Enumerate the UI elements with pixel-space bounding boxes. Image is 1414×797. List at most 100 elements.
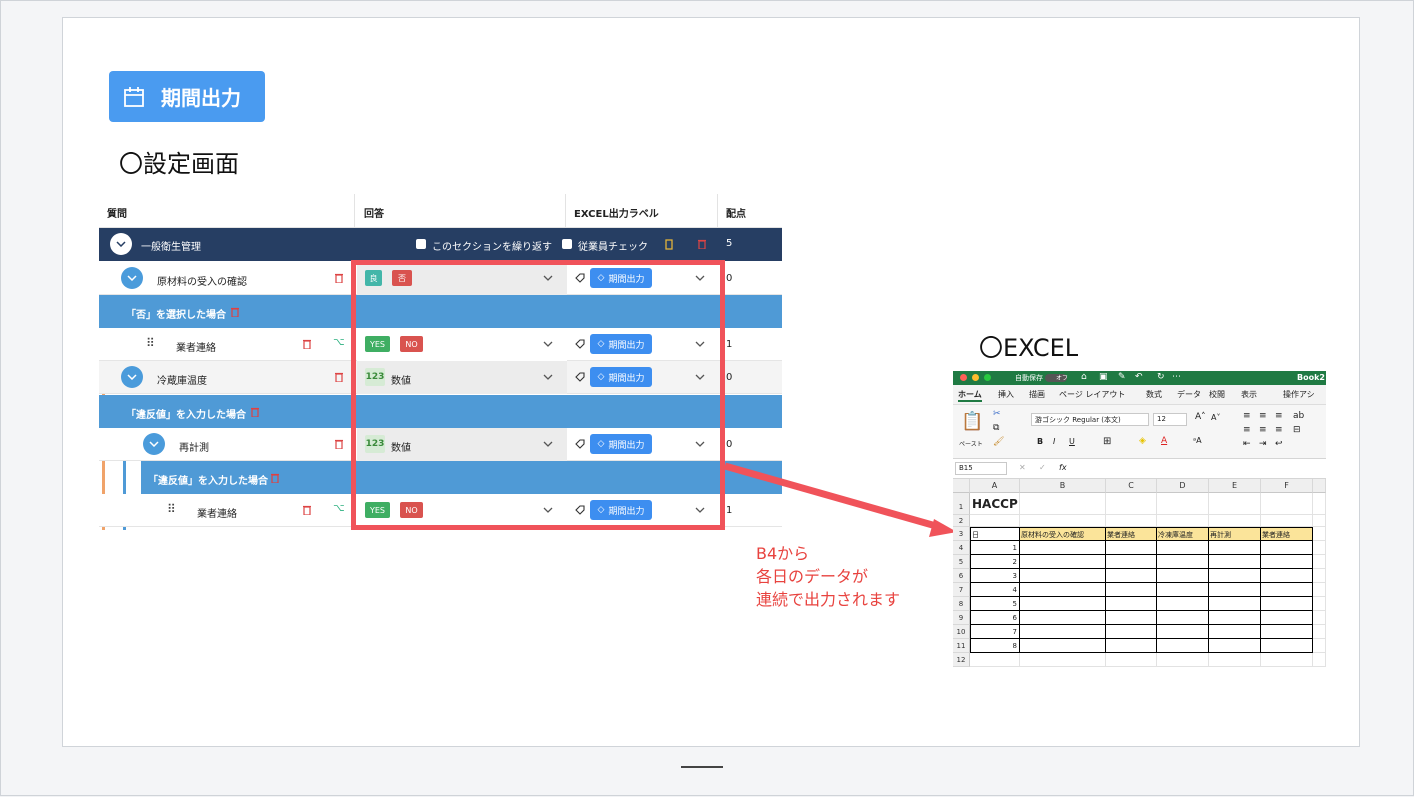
sheet-cell[interactable] xyxy=(1106,493,1157,515)
tab-home[interactable]: ホーム xyxy=(958,389,982,402)
sheet-cell[interactable] xyxy=(1261,555,1313,569)
sheet-title[interactable]: HACCP xyxy=(970,493,1020,515)
sheet-cell[interactable] xyxy=(1261,611,1313,625)
sheet-cell[interactable] xyxy=(1313,611,1326,625)
sheet-cell[interactable] xyxy=(1157,515,1209,527)
sheet-cell[interactable] xyxy=(1261,515,1313,527)
row-header[interactable]: 5 xyxy=(953,555,970,569)
confirm-icon[interactable]: ✓ xyxy=(1039,463,1046,472)
sheet-cell[interactable] xyxy=(1106,625,1157,639)
day-cell[interactable]: 4 xyxy=(970,583,1020,597)
sheet-cell[interactable] xyxy=(1020,597,1106,611)
sheet-cell[interactable] xyxy=(1106,555,1157,569)
sheet-cell[interactable] xyxy=(1157,639,1209,653)
sheet-cell[interactable] xyxy=(1020,493,1106,515)
resize-handle[interactable] xyxy=(681,766,723,768)
align-top-icon[interactable]: ≡ xyxy=(1243,411,1251,421)
day-cell[interactable]: 7 xyxy=(970,625,1020,639)
sheet-cell[interactable] xyxy=(1106,569,1157,583)
column-header[interactable] xyxy=(1313,479,1326,493)
close-button[interactable] xyxy=(960,374,967,381)
sheet-cell[interactable] xyxy=(1106,583,1157,597)
orientation-icon[interactable]: ab xyxy=(1293,411,1304,421)
sheet-cell[interactable] xyxy=(1020,639,1106,653)
sheet-cell[interactable] xyxy=(1313,625,1326,639)
sheet-cell[interactable] xyxy=(1157,653,1209,667)
sheet-cell[interactable] xyxy=(1313,541,1326,555)
sheet-cell[interactable] xyxy=(1313,527,1326,541)
sheet-cell[interactable] xyxy=(1209,541,1261,555)
row-header[interactable]: 7 xyxy=(953,583,970,597)
format-painter-icon[interactable]: 🖌 xyxy=(993,437,1004,447)
sheet-cell[interactable] xyxy=(1209,611,1261,625)
sheet-cell[interactable] xyxy=(1106,597,1157,611)
cut-icon[interactable]: ✂ xyxy=(993,409,1001,419)
sheet-cell[interactable] xyxy=(1209,653,1261,667)
header-cell[interactable]: 日 xyxy=(970,527,1020,541)
sheet-cell[interactable] xyxy=(1261,569,1313,583)
sheet-cell[interactable] xyxy=(1209,597,1261,611)
sheet-cell[interactable] xyxy=(970,653,1020,667)
sheet-cell[interactable] xyxy=(1157,625,1209,639)
tab-draw[interactable]: 描画 xyxy=(1029,389,1045,400)
grow-font-icon[interactable]: A˄ xyxy=(1195,412,1206,422)
edit-icon[interactable]: ✎ xyxy=(1118,372,1126,382)
sheet-cell[interactable] xyxy=(1313,583,1326,597)
row-header[interactable]: 4 xyxy=(953,541,970,555)
row-header[interactable]: 8 xyxy=(953,597,970,611)
sheet-cell[interactable] xyxy=(1209,569,1261,583)
sheet-cell[interactable] xyxy=(1157,597,1209,611)
sheet-cell[interactable] xyxy=(1313,569,1326,583)
redo-icon[interactable]: ↻ xyxy=(1157,372,1165,382)
sheet-cell[interactable] xyxy=(1261,583,1313,597)
sheet-cell[interactable] xyxy=(1020,541,1106,555)
sheet-cell[interactable] xyxy=(1261,541,1313,555)
sheet-cell[interactable] xyxy=(1020,555,1106,569)
increase-indent-icon[interactable]: ⇥ xyxy=(1259,439,1267,449)
header-cell[interactable]: 業者連絡 xyxy=(1106,527,1157,541)
column-header[interactable]: A xyxy=(970,479,1020,493)
header-cell[interactable]: 業者連絡 xyxy=(1261,527,1313,541)
maximize-button[interactable] xyxy=(984,374,991,381)
cancel-icon[interactable]: ✕ xyxy=(1019,463,1026,472)
tab-view[interactable]: 表示 xyxy=(1241,389,1257,400)
day-cell[interactable]: 8 xyxy=(970,639,1020,653)
sheet-cell[interactable] xyxy=(1261,653,1313,667)
align-left-icon[interactable]: ≡ xyxy=(1243,425,1251,435)
sheet-cell[interactable] xyxy=(1209,639,1261,653)
sheet-cell[interactable] xyxy=(1209,515,1261,527)
save-icon[interactable]: ▣ xyxy=(1099,372,1108,382)
shrink-font-icon[interactable]: A˅ xyxy=(1211,413,1220,422)
undo-icon[interactable]: ↶ xyxy=(1135,372,1143,382)
align-right-icon[interactable]: ≡ xyxy=(1275,425,1283,435)
sheet-cell[interactable] xyxy=(1020,515,1106,527)
function-icon[interactable]: fx xyxy=(1059,463,1067,472)
align-middle-icon[interactable]: ≡ xyxy=(1259,411,1267,421)
row-header[interactable]: 1 xyxy=(953,493,970,515)
sheet-cell[interactable] xyxy=(1020,583,1106,597)
align-bottom-icon[interactable]: ≡ xyxy=(1275,411,1283,421)
day-cell[interactable]: 6 xyxy=(970,611,1020,625)
row-header[interactable]: 3 xyxy=(953,527,970,541)
borders-icon[interactable]: ⊞ xyxy=(1103,436,1111,447)
paste-icon[interactable]: 📋 xyxy=(961,411,983,432)
sheet-cell[interactable] xyxy=(1020,653,1106,667)
row-header[interactable]: 6 xyxy=(953,569,970,583)
column-header[interactable]: B xyxy=(1020,479,1106,493)
font-color-icon[interactable]: A xyxy=(1161,436,1167,446)
day-cell[interactable]: 3 xyxy=(970,569,1020,583)
sheet-cell[interactable] xyxy=(1261,625,1313,639)
column-header[interactable]: E xyxy=(1209,479,1261,493)
italic-icon[interactable]: I xyxy=(1053,437,1055,446)
sheet-cell[interactable] xyxy=(1106,653,1157,667)
tab-tell-me[interactable]: 操作アシ xyxy=(1283,389,1315,400)
sheet-cell[interactable] xyxy=(1157,611,1209,625)
sheet-cell[interactable] xyxy=(1313,639,1326,653)
name-box[interactable]: B15 xyxy=(955,462,1007,475)
tab-page-layout[interactable]: ページ レイアウト xyxy=(1059,389,1125,400)
day-cell[interactable]: 2 xyxy=(970,555,1020,569)
merge-icon[interactable]: ⊟ xyxy=(1293,425,1301,435)
copy-icon[interactable]: ⧉ xyxy=(993,423,999,433)
header-cell[interactable]: 原材料の受入の確認 xyxy=(1020,527,1106,541)
align-center-icon[interactable]: ≡ xyxy=(1259,425,1267,435)
